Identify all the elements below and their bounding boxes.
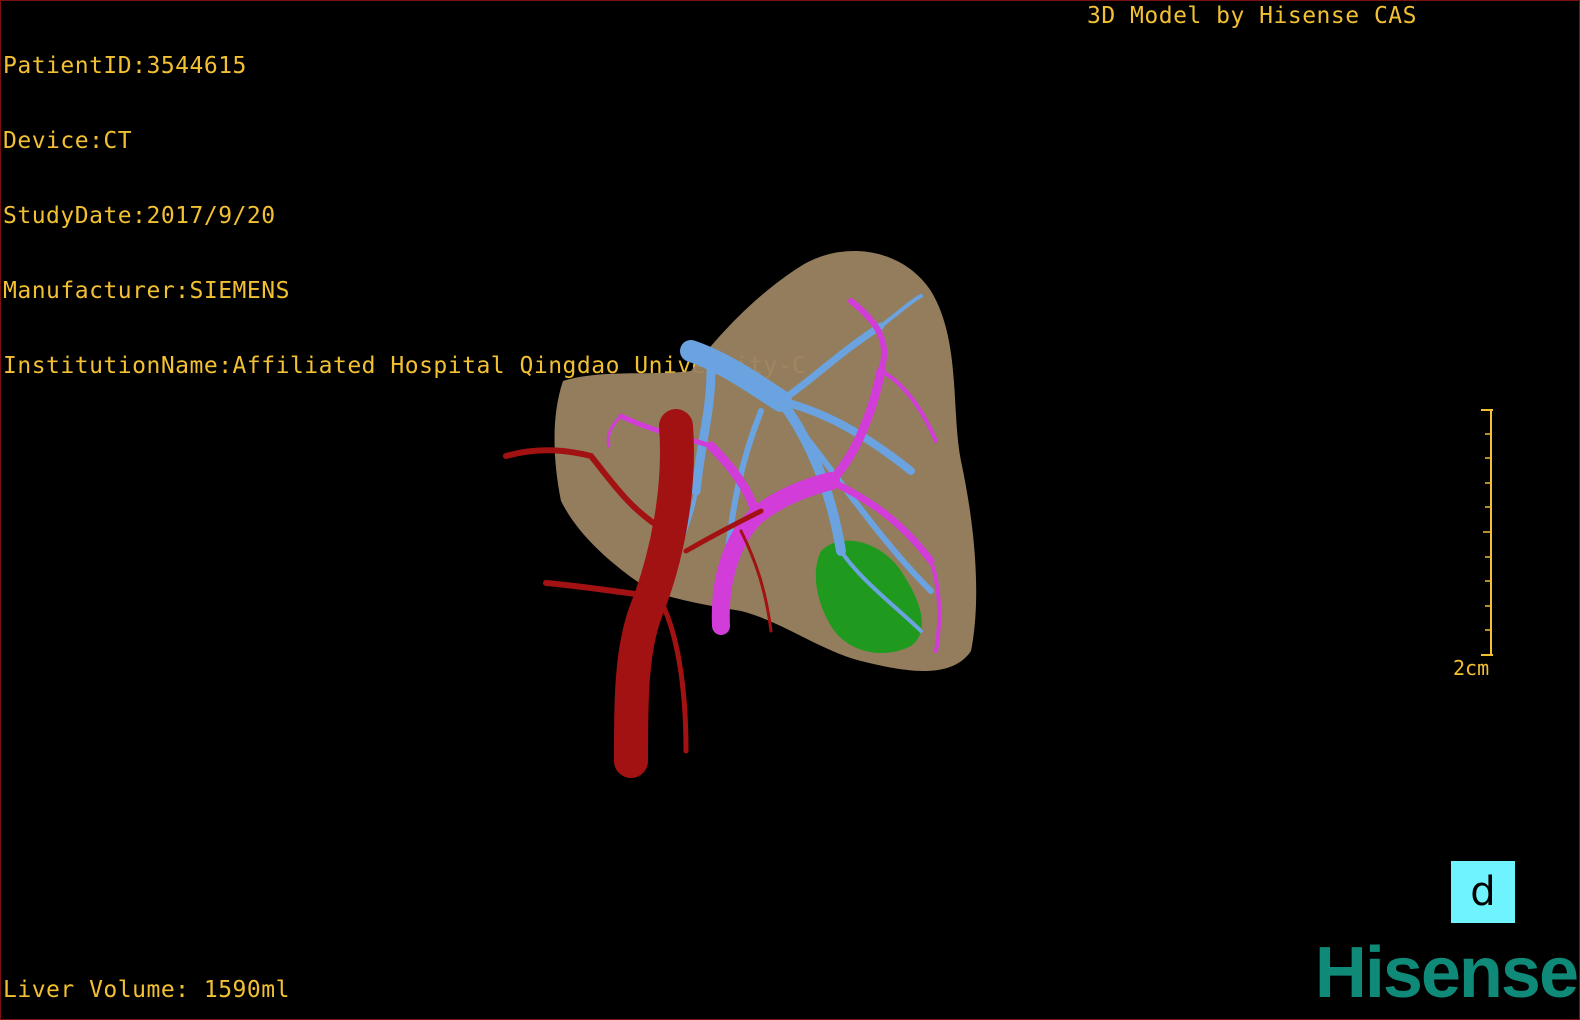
view-orientation-button[interactable]: d (1451, 861, 1515, 923)
liver-3d-model[interactable] (481, 231, 1001, 791)
device-text: Device:CT (3, 128, 133, 154)
scale-bar (1481, 409, 1493, 656)
hisense-logo: Hisense (1314, 933, 1579, 1013)
patient-id-text: PatientID:3544615 (3, 53, 247, 79)
study-date-text: StudyDate:2017/9/20 (3, 203, 276, 229)
liver-volume-text: Liver Volume: 1590ml (3, 977, 290, 1003)
scale-label: 2cm (1453, 656, 1490, 680)
model-credit-text: 3D Model by Hisense CAS (1087, 3, 1417, 29)
3d-viewport[interactable]: PatientID:3544615 Device:CT StudyDate:20… (0, 0, 1580, 1020)
